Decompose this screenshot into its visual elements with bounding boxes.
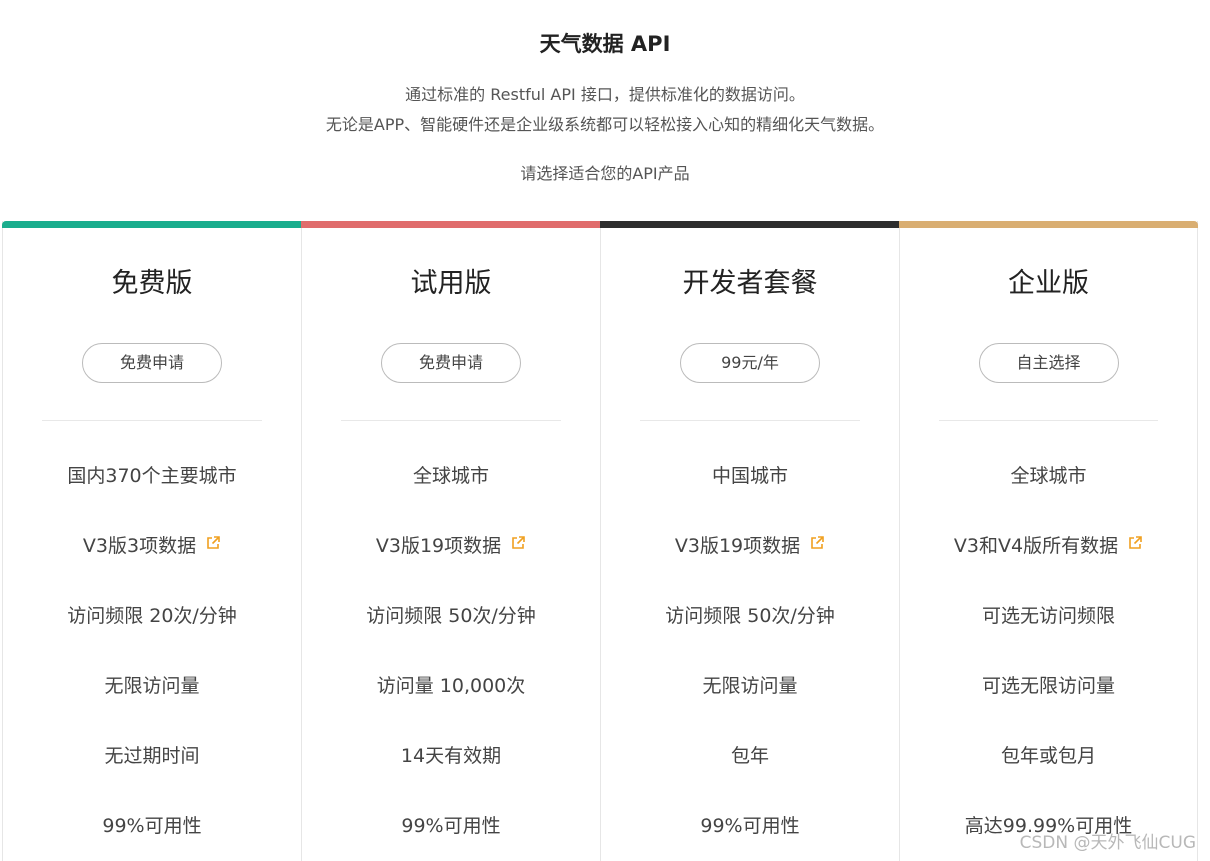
plan-divider bbox=[42, 420, 262, 421]
plan-card-developer: 开发者套餐 99元/年 中国城市 V3版19项数据 访问频限 50次/分钟 无限… bbox=[600, 221, 900, 861]
developer-price-button[interactable]: 99元/年 bbox=[680, 343, 820, 383]
feature-volume: 可选无限访问量 bbox=[981, 675, 1115, 697]
feature-rate-limit: 访问频限 20次/分钟 bbox=[67, 605, 237, 627]
feature-availability: 99%可用性 bbox=[102, 815, 202, 837]
plan-card-trial: 试用版 免费申请 全球城市 V3版19项数据 访问频限 50次/分钟 访问量 1… bbox=[301, 221, 601, 861]
trial-apply-button[interactable]: 免费申请 bbox=[381, 343, 521, 383]
plan-divider bbox=[341, 420, 561, 421]
feature-validity: 包年 bbox=[730, 745, 769, 767]
plan-name: 试用版 bbox=[410, 268, 492, 299]
plan-divider bbox=[640, 420, 860, 421]
feature-validity: 14天有效期 bbox=[400, 745, 502, 767]
feature-data: V3和V4版所有数据 bbox=[900, 533, 1197, 559]
plan-card-free: 免费版 免费申请 国内370个主要城市 V3版3项数据 访问频限 20次/分钟 … bbox=[2, 221, 302, 861]
plan-comparison: 免费版 免费申请 国内370个主要城市 V3版3项数据 访问频限 20次/分钟 … bbox=[2, 221, 1201, 861]
plan-name: 企业版 bbox=[1008, 268, 1089, 299]
plan-accent-bar bbox=[301, 221, 601, 228]
feature-availability: 99%可用性 bbox=[401, 815, 501, 837]
feature-validity: 包年或包月 bbox=[1000, 745, 1096, 767]
plan-name: 开发者套餐 bbox=[682, 268, 818, 299]
enterprise-choose-button[interactable]: 自主选择 bbox=[978, 343, 1119, 383]
feature-cities: 国内370个主要城市 bbox=[67, 465, 237, 487]
feature-cities: 全球城市 bbox=[412, 465, 489, 487]
plan-divider bbox=[939, 420, 1158, 421]
plan-accent-bar bbox=[2, 221, 302, 228]
feature-rate-limit: 访问频限 50次/分钟 bbox=[665, 605, 835, 627]
feature-cities: 中国城市 bbox=[711, 465, 788, 487]
feature-data: V3版19项数据 bbox=[302, 533, 600, 559]
feature-cities: 全球城市 bbox=[1010, 465, 1087, 487]
feature-data: V3版19项数据 bbox=[601, 533, 899, 559]
plan-accent-bar bbox=[899, 221, 1198, 228]
external-link-icon[interactable] bbox=[809, 535, 825, 551]
feature-rate-limit: 访问频限 50次/分钟 bbox=[366, 605, 536, 627]
feature-volume: 无限访问量 bbox=[104, 675, 200, 697]
external-link-icon[interactable] bbox=[205, 535, 221, 551]
free-apply-button[interactable]: 免费申请 bbox=[82, 343, 222, 383]
feature-validity: 无过期时间 bbox=[104, 745, 200, 767]
feature-data-label: V3版19项数据 bbox=[375, 535, 502, 557]
plan-accent-bar bbox=[600, 221, 900, 228]
choose-product-text: 请选择适合您的API产品 bbox=[520, 164, 690, 183]
feature-volume: 无限访问量 bbox=[702, 675, 798, 697]
feature-data-label: V3和V4版所有数据 bbox=[953, 535, 1119, 557]
plan-card-enterprise: 企业版 自主选择 全球城市 V3和V4版所有数据 可选无访问频限 可选无限访问量… bbox=[899, 221, 1198, 861]
feature-availability: 99%可用性 bbox=[700, 815, 800, 837]
plan-name: 免费版 bbox=[111, 268, 193, 299]
external-link-icon[interactable] bbox=[510, 535, 526, 551]
page-title: 天气数据 API bbox=[539, 32, 671, 56]
watermark: CSDN @天外飞仙CUG bbox=[1019, 833, 1196, 853]
external-link-icon[interactable] bbox=[1127, 535, 1143, 551]
page: 天气数据 API 通过标准的 Restful API 接口，提供标准化的数据访问… bbox=[0, 0, 1210, 861]
intro-line-2: 无论是APP、智能硬件还是企业级系统都可以轻松接入心知的精细化天气数据。 bbox=[325, 115, 885, 134]
feature-volume: 访问量 10,000次 bbox=[376, 675, 526, 697]
feature-data-label: V3版3项数据 bbox=[82, 535, 197, 557]
feature-rate-limit: 可选无访问频限 bbox=[981, 605, 1115, 627]
intro-line-1: 通过标准的 Restful API 接口，提供标准化的数据访问。 bbox=[405, 85, 805, 104]
feature-data: V3版3项数据 bbox=[3, 533, 301, 559]
feature-data-label: V3版19项数据 bbox=[674, 535, 801, 557]
